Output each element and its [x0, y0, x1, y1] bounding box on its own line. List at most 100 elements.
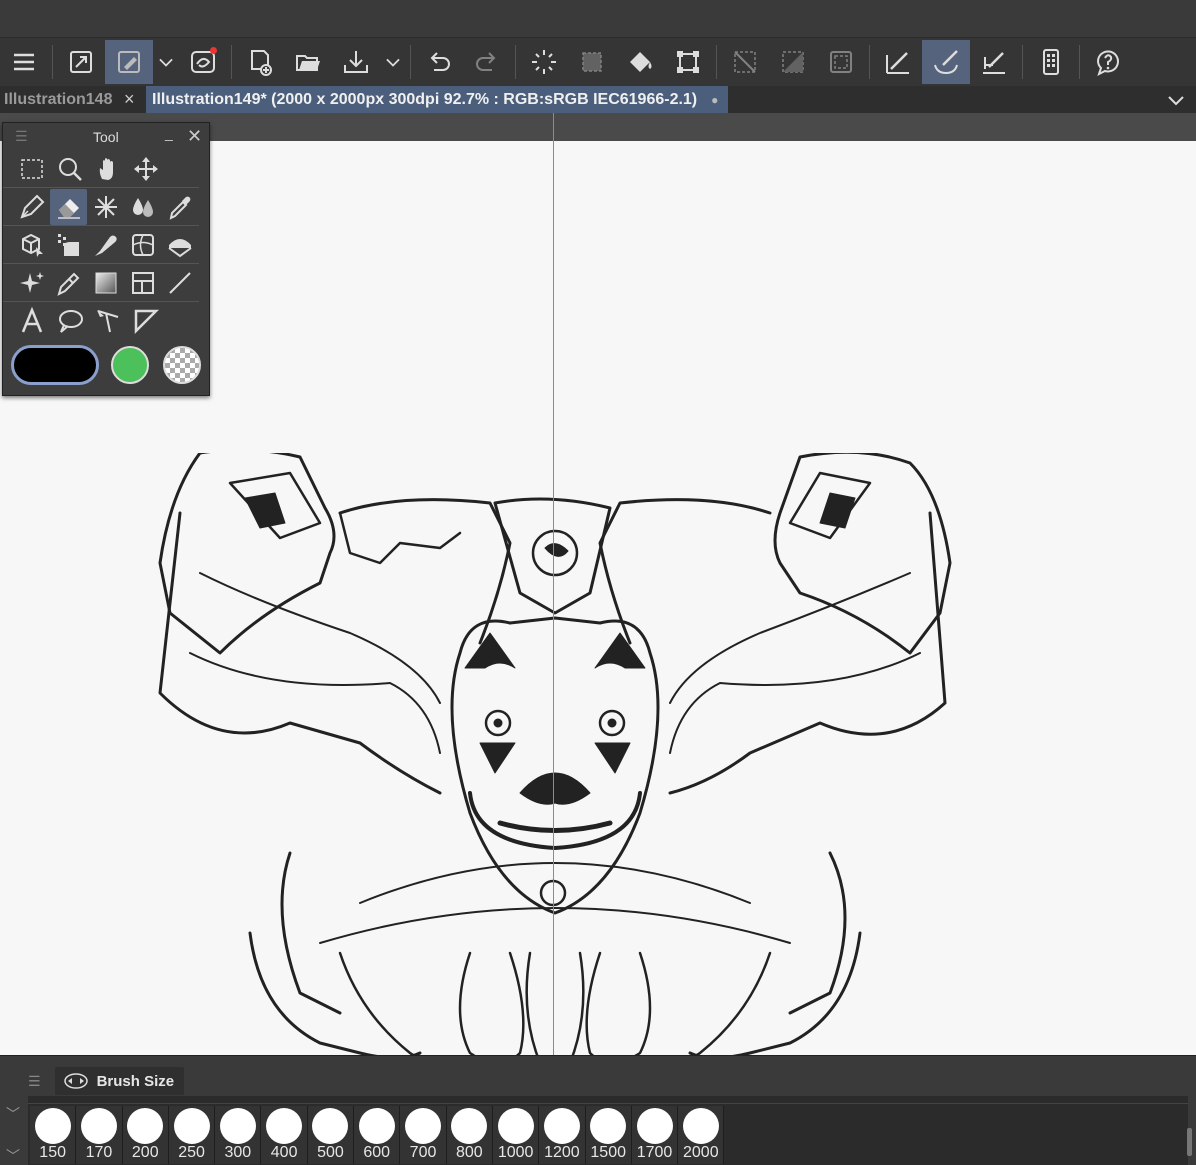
- tool-palette-title: Tool: [93, 128, 119, 145]
- brush-size-preset[interactable]: 600: [354, 1106, 401, 1164]
- selection-border-icon[interactable]: [817, 40, 865, 84]
- tool-row: [3, 226, 199, 264]
- 3d-operation-tool-icon[interactable]: [13, 227, 50, 263]
- menu-icon[interactable]: [0, 40, 48, 84]
- figure-tool-icon[interactable]: [50, 227, 87, 263]
- pen-icon[interactable]: [874, 40, 922, 84]
- companion-icon[interactable]: [179, 40, 227, 84]
- brush-size-preset[interactable]: 1200: [539, 1106, 586, 1164]
- pen-tool-icon[interactable]: [13, 189, 50, 225]
- hand-tool-icon[interactable]: [89, 151, 127, 187]
- brush-size-preset[interactable]: 800: [446, 1106, 493, 1164]
- brush-size-preset[interactable]: 1700: [631, 1106, 679, 1164]
- redo-icon[interactable]: [463, 40, 511, 84]
- gradient-tool-icon[interactable]: [87, 265, 124, 301]
- save-icon[interactable]: [332, 40, 380, 84]
- collapse-chevron-icon[interactable]: ﹀: [6, 1104, 20, 1124]
- main-color-swatch[interactable]: [11, 345, 99, 385]
- brush-size-preset[interactable]: 170: [76, 1106, 123, 1164]
- balloon-tool-icon[interactable]: [51, 303, 89, 339]
- toolbar-separator: [1022, 45, 1023, 79]
- brush-size-label: 1000: [497, 1144, 534, 1161]
- dropdown-icon[interactable]: [153, 40, 179, 84]
- toolbar-separator: [52, 45, 53, 79]
- size-presets: 150 170 200 250 300 400 500 600 700 800 1000 1200 15…: [30, 1106, 725, 1164]
- brush-size-preset[interactable]: 250: [168, 1106, 216, 1164]
- brush-tip-preview-icon: [682, 1108, 719, 1144]
- close-icon[interactable]: ✕: [187, 126, 202, 147]
- brush-size-label: 400: [270, 1144, 298, 1161]
- sub-color-swatch[interactable]: [111, 346, 149, 384]
- smartphone-icon[interactable]: [1027, 40, 1075, 84]
- brush-size-preset[interactable]: 150: [30, 1106, 77, 1164]
- size-ruler: [28, 1096, 1188, 1104]
- brush-size-label: 150: [39, 1144, 66, 1161]
- transform-icon[interactable]: [664, 40, 712, 84]
- eyedropper-tool-icon[interactable]: [162, 189, 199, 225]
- save-dropdown-icon[interactable]: [380, 40, 406, 84]
- figure-ruler-tool-icon[interactable]: [127, 303, 165, 339]
- clear-selection-icon[interactable]: [721, 40, 769, 84]
- brush-size-icon: [63, 1073, 88, 1089]
- brush-size-preset[interactable]: 700: [400, 1106, 447, 1164]
- symmetry-ruler-guide[interactable]: [553, 113, 554, 1055]
- brush-size-list: 150 170 200 250 300 400 500 600 700 800 1000 1200 15…: [28, 1096, 1188, 1165]
- transparent-color-swatch[interactable]: [163, 346, 201, 384]
- pencil-icon[interactable]: [970, 40, 1018, 84]
- color-indicator: [3, 340, 209, 390]
- brush-tool-icon[interactable]: [50, 265, 87, 301]
- brush-size-preset[interactable]: 1000: [492, 1106, 540, 1164]
- help-icon[interactable]: [1084, 40, 1132, 84]
- clown-sketch-artwork: [158, 453, 952, 1070]
- brush-size-preset[interactable]: 1500: [585, 1106, 632, 1164]
- fill-tool-icon[interactable]: [162, 227, 199, 263]
- tab-illustration149[interactable]: Illustration149* (2000 x 2000px 300dpi 9…: [146, 86, 729, 113]
- move-tool-icon[interactable]: [127, 151, 165, 187]
- loading-icon[interactable]: [520, 40, 568, 84]
- fit-canvas-icon[interactable]: [57, 40, 105, 84]
- minimize-icon[interactable]: _: [165, 125, 173, 141]
- unsaved-indicator-icon: ●: [711, 92, 719, 107]
- selection-launcher-icon[interactable]: [568, 40, 616, 84]
- selection-tool-icon[interactable]: [13, 151, 51, 187]
- close-tab-icon[interactable]: ×: [124, 89, 135, 110]
- menu-chevron-icon[interactable]: ﹀: [6, 1146, 20, 1165]
- brush-size-preset[interactable]: 200: [122, 1106, 169, 1164]
- fill-icon[interactable]: [616, 40, 664, 84]
- brush-size-preset[interactable]: 2000: [678, 1106, 725, 1164]
- tab-brush-size[interactable]: Brush Size: [54, 1067, 185, 1095]
- palette-grip-icon[interactable]: ☰: [28, 1073, 41, 1090]
- scrollbar[interactable]: [1187, 1128, 1192, 1156]
- brush-size-label: 1500: [590, 1144, 626, 1161]
- blend-tool-icon[interactable]: [125, 189, 162, 225]
- brush-size-label: 700: [409, 1144, 437, 1161]
- command-bar: [0, 38, 1196, 86]
- eraser-tool-icon[interactable]: [50, 188, 88, 225]
- brush-size-preset[interactable]: 500: [307, 1106, 355, 1164]
- line-tool-icon[interactable]: [162, 265, 199, 301]
- tool-palette: ☰ Tool _ ✕: [2, 122, 210, 396]
- brush-size-preset[interactable]: 300: [215, 1106, 262, 1164]
- decoration-tool-icon[interactable]: [87, 189, 124, 225]
- ruler-tool-icon[interactable]: [125, 227, 162, 263]
- correct-line-tool-icon[interactable]: [89, 303, 127, 339]
- brush-icon[interactable]: [922, 40, 970, 84]
- new-file-icon[interactable]: [236, 40, 284, 84]
- zoom-tool-icon[interactable]: [51, 151, 89, 187]
- tool-palette-header[interactable]: ☰ Tool _ ✕: [3, 123, 209, 150]
- text-tool-icon[interactable]: [13, 303, 51, 339]
- tab-illustration148[interactable]: Illustration148 ×: [0, 86, 146, 113]
- tab-list-chevron-icon[interactable]: [1156, 86, 1196, 113]
- open-file-icon[interactable]: [284, 40, 332, 84]
- brush-tip-preview-icon: [543, 1108, 580, 1144]
- airbrush-tool-icon[interactable]: [87, 227, 124, 263]
- undo-icon[interactable]: [415, 40, 463, 84]
- brush-size-preset[interactable]: 400: [261, 1106, 308, 1164]
- palette-grip-icon[interactable]: ☰: [15, 128, 28, 145]
- frame-border-tool-icon[interactable]: [125, 265, 162, 301]
- tool-row: [3, 302, 199, 340]
- invert-selection-icon[interactable]: [769, 40, 817, 84]
- tab-title: Illustration149* (2000 x 2000px 300dpi 9…: [152, 90, 698, 108]
- sparkle-tool-icon[interactable]: [13, 265, 50, 301]
- quick-access-icon[interactable]: [105, 40, 153, 84]
